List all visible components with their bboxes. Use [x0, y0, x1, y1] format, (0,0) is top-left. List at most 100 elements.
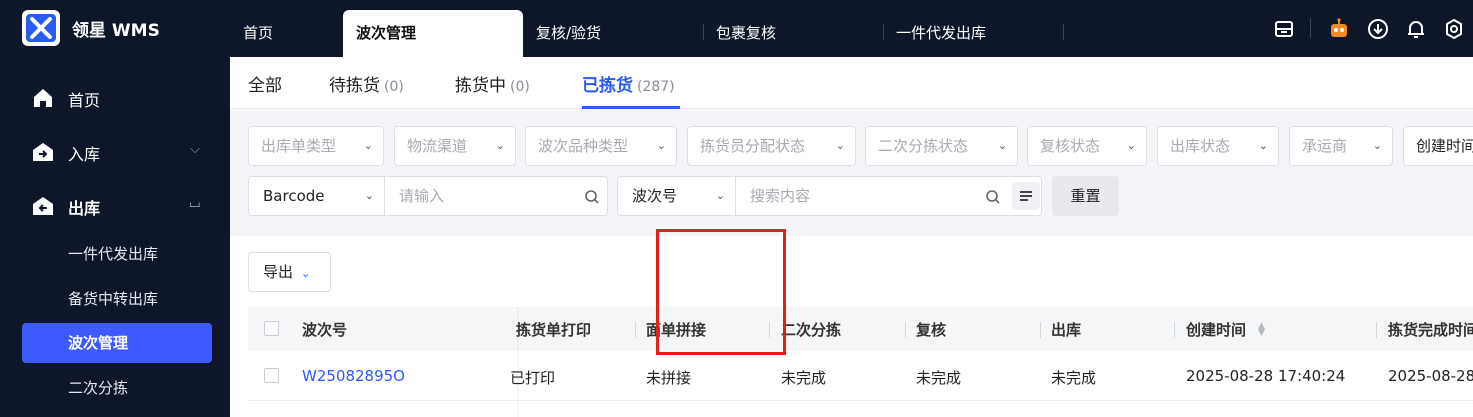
- column-header-created-time[interactable]: 创建时间: [1186, 319, 1246, 340]
- filter-carrier[interactable]: 承运商 ⌄: [1289, 126, 1393, 166]
- top-bar: 领星 WMS 首页 波次管理 复核/验货 包裹复核 一件代发出库: [0, 0, 1473, 57]
- tab-label: 复核/验货: [536, 24, 602, 42]
- status-tab-picked[interactable]: 已拣货 (287): [582, 71, 675, 96]
- tab-label: 一件代发出库: [896, 24, 987, 42]
- active-tab-indicator: [582, 106, 680, 109]
- row-checkbox[interactable]: [264, 368, 279, 383]
- export-button[interactable]: 导出 ⌄: [248, 252, 331, 292]
- settings-icon[interactable]: [1442, 17, 1466, 41]
- sidebar-subitem-dropship-outbound[interactable]: 一件代发出库: [22, 234, 212, 274]
- status-tab-picking[interactable]: 拣货中 (0): [455, 71, 530, 96]
- cell-label-merge: 未拼接: [646, 369, 692, 387]
- filter-label: 波次品种类型: [538, 137, 629, 155]
- sidebar-subitem-wave-management[interactable]: 波次管理: [22, 323, 212, 363]
- table-header: 波次号 拣货单打印 面单拼接 二次分拣 复核 出库 创建时间 ▲ ▼ 拣货完成时间: [248, 307, 1473, 351]
- filter-created-time[interactable]: 创建时间: [1403, 126, 1473, 166]
- filter-outbound-status[interactable]: 出库状态 ⌄: [1157, 126, 1279, 166]
- select-all-checkbox[interactable]: [264, 321, 279, 336]
- column-divider: [905, 322, 906, 338]
- column-divider: [1040, 322, 1041, 338]
- filter-label: 创建时间: [1416, 137, 1473, 155]
- download-icon[interactable]: [1366, 17, 1390, 41]
- tab-wave-management[interactable]: 波次管理: [343, 10, 523, 57]
- table-row: W25082895O 已打印 未拼接 未完成 未完成 未完成 2025-08-2…: [248, 351, 1473, 401]
- filter-panel: 出库单类型 ⌄ 物流渠道 ⌄ 波次品种类型 ⌄ 拣货员分配状态 ⌄ 二次分拣状态 ⌄ 复核…: [230, 110, 1473, 236]
- home-icon: [34, 89, 52, 107]
- status-tab-count: (287): [637, 79, 675, 95]
- search-icon[interactable]: [584, 189, 600, 205]
- status-tabs: 全部 待拣货 (0) 拣货中 (0) 已拣货 (287): [230, 57, 1473, 109]
- filter-outbound-type[interactable]: 出库单类型 ⌄: [248, 126, 384, 166]
- chevron-down-icon: ⌄: [1258, 139, 1268, 152]
- chevron-down-icon: ⌄: [495, 139, 505, 152]
- status-tab-label: 拣货中: [455, 76, 506, 96]
- filter-label: 物流渠道: [407, 137, 468, 155]
- tab-label: 波次管理: [356, 24, 417, 42]
- filter-review-status[interactable]: 复核状态 ⌄: [1027, 126, 1147, 166]
- app-logo[interactable]: [22, 10, 60, 46]
- sidebar-subitem-transfer-outbound[interactable]: 备货中转出库: [22, 279, 212, 319]
- highlight-box: [656, 229, 786, 355]
- cell-created-time: 2025-08-28 17:40:24: [1186, 367, 1346, 385]
- tab-review-inspection[interactable]: 复核/验货: [523, 10, 703, 57]
- filter-picker-assignment[interactable]: 拣货员分配状态 ⌄: [687, 126, 856, 166]
- filter-wave-sku-type[interactable]: 波次品种类型 ⌄: [525, 126, 677, 166]
- column-divider: [1174, 322, 1175, 338]
- sidebar-item-label: 入库: [68, 145, 101, 164]
- tab-dropship-outbound[interactable]: 一件代发出库: [883, 10, 1063, 57]
- column-header-review: 复核: [916, 321, 947, 339]
- wave-search: 波次号 ⌄ 搜索内容: [617, 176, 1042, 216]
- barcode-search: Barcode ⌄ 请输入: [248, 176, 608, 216]
- chevron-down-icon: ⌄: [363, 139, 373, 152]
- tab-package-review[interactable]: 包裹复核: [703, 10, 883, 57]
- print-icon[interactable]: [1272, 17, 1296, 41]
- logo-icon: [26, 14, 56, 42]
- reset-button[interactable]: 重置: [1052, 176, 1119, 216]
- sidebar-item-outbound[interactable]: 出库 ⌴: [22, 185, 212, 225]
- sidebar-item-home[interactable]: 首页: [22, 77, 212, 117]
- status-tab-count: (0): [510, 79, 530, 95]
- wave-number-link[interactable]: W25082895O: [302, 367, 405, 385]
- chevron-down-icon: ⌄: [1372, 139, 1382, 152]
- wave-field-select[interactable]: 波次号 ⌄: [618, 177, 736, 215]
- bell-icon[interactable]: [1404, 17, 1428, 41]
- outbound-icon: [33, 197, 53, 215]
- filter-secondary-sort-status[interactable]: 二次分拣状态 ⌄: [865, 126, 1018, 166]
- cell-outbound: 未完成: [1051, 369, 1097, 387]
- chevron-down-icon: ⌄: [656, 139, 666, 152]
- wave-search-input[interactable]: 搜索内容: [750, 177, 810, 215]
- chevron-down-icon: ⌄: [715, 189, 725, 202]
- status-tab-all[interactable]: 全部: [248, 71, 282, 96]
- column-header-secondary-sort: 二次分拣: [781, 321, 842, 339]
- barcode-search-input[interactable]: 请输入: [399, 177, 444, 215]
- export-label: 导出: [263, 263, 294, 281]
- sidebar: 首页 入库 ⌵ 出库 ⌴ 一件代发出库 备货中转出库 波次管理 二次分拣: [0, 57, 230, 417]
- chevron-up-icon: ⌴: [189, 196, 200, 211]
- select-value: Barcode: [263, 187, 325, 205]
- sort-icon[interactable]: ▲ ▼: [1258, 322, 1265, 338]
- batch-search-button[interactable]: [1012, 182, 1040, 210]
- toolbar-divider: [1310, 18, 1311, 38]
- barcode-field-select[interactable]: Barcode ⌄: [249, 177, 385, 215]
- search-icon[interactable]: [985, 189, 1001, 205]
- main-content: 全部 待拣货 (0) 拣货中 (0) 已拣货 (287) 出库单类型 ⌄ 物流渠道 ⌄ 波…: [230, 57, 1473, 417]
- chevron-down-icon: ⌄: [364, 189, 374, 202]
- tab-home[interactable]: 首页: [230, 10, 342, 57]
- filter-logistics-channel[interactable]: 物流渠道 ⌄: [394, 126, 516, 166]
- status-tab-pending[interactable]: 待拣货 (0): [329, 71, 404, 96]
- column-header-outbound: 出库: [1051, 321, 1082, 339]
- column-divider: [1376, 322, 1377, 338]
- tab-divider: [1063, 24, 1064, 40]
- cell-review: 未完成: [916, 369, 962, 387]
- robot-icon[interactable]: [1327, 17, 1351, 41]
- sidebar-item-inbound[interactable]: 入库 ⌵: [22, 131, 212, 171]
- app-title: 领星 WMS: [72, 21, 160, 41]
- sidebar-subitem-secondary-sorting[interactable]: 二次分拣: [22, 368, 212, 408]
- fixed-column-shadow: [517, 307, 519, 417]
- inbound-icon: [33, 143, 53, 161]
- filter-label: 二次分拣状态: [878, 137, 969, 155]
- chevron-down-icon: ⌄: [997, 139, 1007, 152]
- cell-secondary-sort: 未完成: [781, 369, 827, 387]
- chevron-down-icon: ⌄: [1126, 139, 1136, 152]
- chevron-down-icon: ⌄: [835, 139, 845, 152]
